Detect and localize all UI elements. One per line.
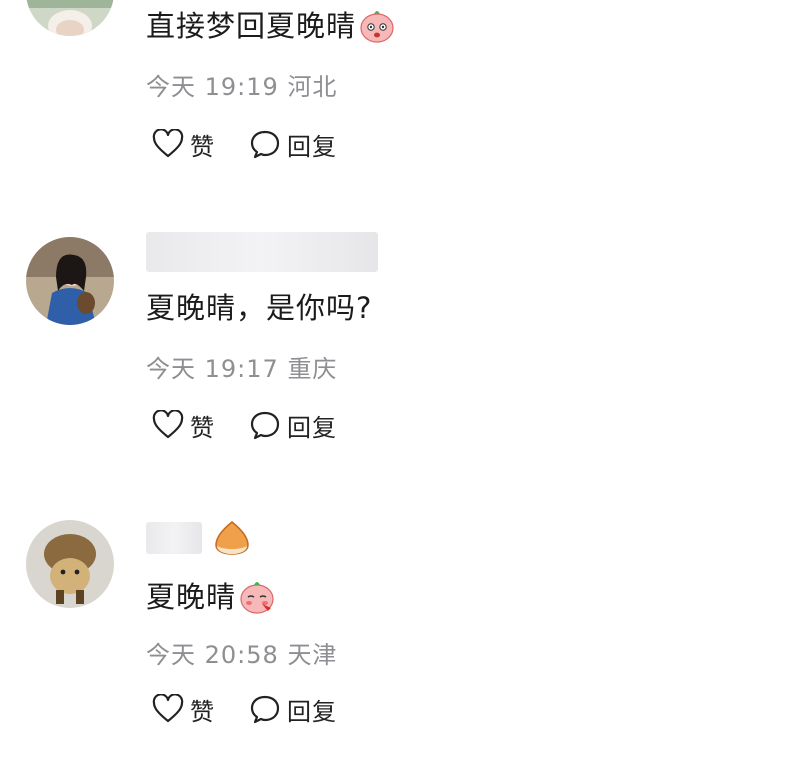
like-button[interactable]: 赞 bbox=[152, 692, 215, 726]
like-button[interactable]: 赞 bbox=[152, 127, 215, 161]
comment-time: 今天 19:19 bbox=[146, 73, 279, 101]
heart-icon bbox=[152, 410, 184, 439]
reply-label: 回复 bbox=[287, 132, 337, 161]
heart-icon bbox=[152, 694, 184, 723]
comment-meta: 今天 20:58 天津 bbox=[146, 640, 337, 670]
comment-text-wrap: 夏晚晴，是你吗? bbox=[146, 290, 372, 326]
comment-text-wrap: 直接梦回夏晚晴 bbox=[146, 8, 396, 44]
reply-label: 回复 bbox=[287, 697, 337, 726]
chestnut-icon bbox=[215, 521, 249, 555]
surprised-face-emoji bbox=[360, 11, 394, 43]
comment-actions: 赞 回复 bbox=[152, 127, 412, 161]
avatar[interactable] bbox=[26, 0, 114, 36]
reply-button[interactable]: 回复 bbox=[249, 408, 337, 442]
reply-button[interactable]: 回复 bbox=[249, 127, 337, 161]
reply-label: 回复 bbox=[287, 413, 337, 442]
comment-meta: 今天 19:19 河北 bbox=[146, 72, 337, 102]
speech-bubble-icon bbox=[250, 130, 280, 159]
reply-button[interactable]: 回复 bbox=[249, 692, 337, 726]
comment-location: 天津 bbox=[287, 641, 338, 669]
like-button[interactable]: 赞 bbox=[152, 408, 215, 442]
username-redacted bbox=[146, 232, 378, 272]
comment-meta: 今天 19:17 重庆 bbox=[146, 354, 337, 384]
speech-bubble-icon bbox=[250, 695, 280, 724]
comment-item: 夏晚晴 今天 20:58 天津 赞 回复 bbox=[0, 515, 800, 765]
comment-item: 直接梦回夏晚晴 今天 19:19 河北 赞 回复 bbox=[0, 0, 800, 200]
avatar[interactable] bbox=[26, 520, 114, 608]
comment-location: 重庆 bbox=[287, 355, 338, 383]
comment-actions: 赞 回复 bbox=[152, 692, 412, 726]
comment-item: 夏晚晴，是你吗? 今天 19:17 重庆 赞 回复 bbox=[0, 230, 800, 480]
comment-location: 河北 bbox=[287, 73, 338, 101]
comment-actions: 赞 回复 bbox=[152, 408, 412, 442]
comment-text: 直接梦回夏晚晴 bbox=[146, 9, 357, 43]
shy-face-emoji bbox=[240, 582, 274, 614]
like-label: 赞 bbox=[190, 132, 215, 161]
speech-bubble-icon bbox=[250, 411, 280, 440]
comment-text-wrap: 夏晚晴 bbox=[146, 579, 276, 615]
like-label: 赞 bbox=[190, 697, 215, 726]
comment-text: 夏晚晴，是你吗? bbox=[146, 291, 373, 325]
comment-time: 今天 20:58 bbox=[146, 641, 279, 669]
comment-text: 夏晚晴 bbox=[146, 580, 237, 614]
heart-icon bbox=[152, 129, 184, 158]
avatar[interactable] bbox=[26, 237, 114, 325]
username-redacted bbox=[146, 522, 202, 554]
like-label: 赞 bbox=[190, 413, 215, 442]
comment-time: 今天 19:17 bbox=[146, 355, 279, 383]
